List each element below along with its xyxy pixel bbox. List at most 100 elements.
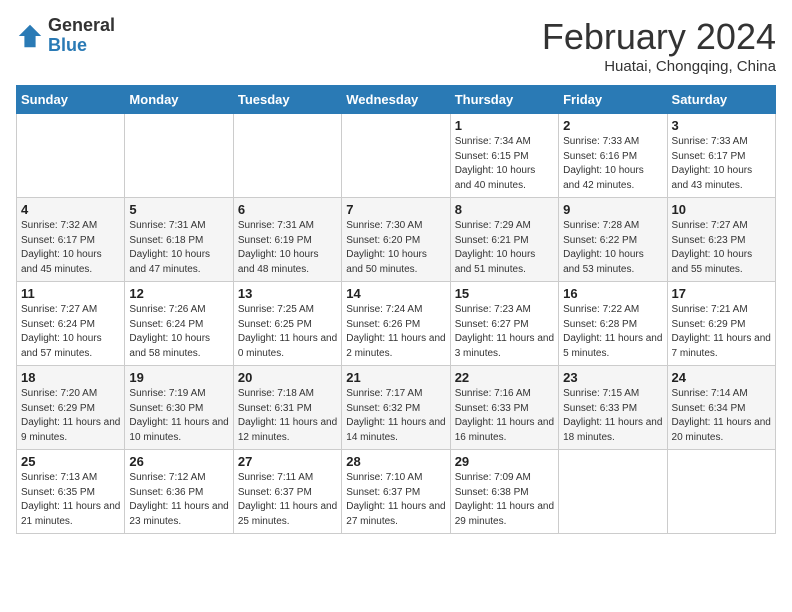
day-number: 29	[455, 454, 554, 469]
logo-icon	[16, 22, 44, 50]
day-info: Sunrise: 7:26 AM Sunset: 6:24 PM Dayligh…	[129, 303, 228, 361]
day-number: 21	[346, 370, 445, 385]
day-info: Sunrise: 7:33 AM Sunset: 6:17 PM Dayligh…	[672, 135, 771, 193]
day-number: 10	[672, 202, 771, 217]
logo: General Blue	[16, 16, 115, 56]
day-info: Sunrise: 7:33 AM Sunset: 6:16 PM Dayligh…	[563, 135, 662, 193]
calendar-day-cell: 19Sunrise: 7:19 AM Sunset: 6:30 PM Dayli…	[125, 366, 233, 450]
day-info: Sunrise: 7:25 AM Sunset: 6:25 PM Dayligh…	[238, 303, 337, 361]
logo-general-text: General	[48, 16, 115, 36]
calendar-day-cell: 29 Sunrise: 7:09 AM Sunset: 6:38 PM Dayli…	[450, 450, 558, 534]
day-number: 12	[129, 286, 228, 301]
calendar-day-cell: 10 Sunrise: 7:27 AM Sunset: 6:23 PM Dayli…	[667, 198, 775, 282]
logo-text: General Blue	[48, 16, 115, 56]
day-info: Sunrise: 7:10 AM Sunset: 6:37 PM Dayligh…	[346, 471, 445, 529]
calendar-week-row: 11Sunrise: 7:27 AM Sunset: 6:24 PM Dayli…	[17, 282, 776, 366]
calendar-day-cell: 20 Sunrise: 7:18 AM Sunset: 6:31 PM Dayli…	[233, 366, 341, 450]
day-info: Sunrise: 7:14 AM Sunset: 6:34 PM Dayligh…	[672, 387, 771, 445]
calendar-day-cell: 1 Sunrise: 7:34 AM Sunset: 6:15 PM Daylig…	[450, 114, 558, 198]
day-info: Sunrise: 7:20 AM Sunset: 6:29 PM Dayligh…	[21, 387, 120, 445]
weekday-header-thursday: Thursday	[450, 86, 558, 114]
day-number: 13	[238, 286, 337, 301]
calendar-day-cell: 7Sunrise: 7:30 AM Sunset: 6:20 PM Daylig…	[342, 198, 450, 282]
calendar-day-cell: 16 Sunrise: 7:22 AM Sunset: 6:28 PM Dayli…	[559, 282, 667, 366]
weekday-header-tuesday: Tuesday	[233, 86, 341, 114]
calendar-day-cell: 11Sunrise: 7:27 AM Sunset: 6:24 PM Dayli…	[17, 282, 125, 366]
calendar-day-cell: 6 Sunrise: 7:31 AM Sunset: 6:19 PM Daylig…	[233, 198, 341, 282]
calendar-day-cell: 3Sunrise: 7:33 AM Sunset: 6:17 PM Daylig…	[667, 114, 775, 198]
day-info: Sunrise: 7:11 AM Sunset: 6:37 PM Dayligh…	[238, 471, 337, 529]
day-info: Sunrise: 7:18 AM Sunset: 6:31 PM Dayligh…	[238, 387, 337, 445]
day-info: Sunrise: 7:27 AM Sunset: 6:23 PM Dayligh…	[672, 219, 771, 277]
weekday-header-monday: Monday	[125, 86, 233, 114]
day-info: Sunrise: 7:27 AM Sunset: 6:24 PM Dayligh…	[21, 303, 120, 361]
day-info: Sunrise: 7:31 AM Sunset: 6:18 PM Dayligh…	[129, 219, 228, 277]
day-number: 5	[129, 202, 228, 217]
calendar-day-cell: 13 Sunrise: 7:25 AM Sunset: 6:25 PM Dayli…	[233, 282, 341, 366]
calendar-table: SundayMondayTuesdayWednesdayThursdayFrid…	[16, 85, 776, 534]
page-header: General Blue February 2024 Huatai, Chong…	[16, 16, 776, 75]
weekday-header-saturday: Saturday	[667, 86, 775, 114]
weekday-header-friday: Friday	[559, 86, 667, 114]
day-number: 24	[672, 370, 771, 385]
calendar-day-cell: 17Sunrise: 7:21 AM Sunset: 6:29 PM Dayli…	[667, 282, 775, 366]
day-info: Sunrise: 7:29 AM Sunset: 6:21 PM Dayligh…	[455, 219, 554, 277]
weekday-header-sunday: Sunday	[17, 86, 125, 114]
day-number: 27	[238, 454, 337, 469]
day-number: 16	[563, 286, 662, 301]
day-number: 28	[346, 454, 445, 469]
day-number: 2	[563, 118, 662, 133]
day-info: Sunrise: 7:09 AM Sunset: 6:38 PM Dayligh…	[455, 471, 554, 529]
calendar-day-cell	[125, 114, 233, 198]
day-info: Sunrise: 7:17 AM Sunset: 6:32 PM Dayligh…	[346, 387, 445, 445]
day-number: 26	[129, 454, 228, 469]
calendar-day-cell: 14Sunrise: 7:24 AM Sunset: 6:26 PM Dayli…	[342, 282, 450, 366]
calendar-day-cell: 8Sunrise: 7:29 AM Sunset: 6:21 PM Daylig…	[450, 198, 558, 282]
day-info: Sunrise: 7:31 AM Sunset: 6:19 PM Dayligh…	[238, 219, 337, 277]
calendar-week-row: 1 Sunrise: 7:34 AM Sunset: 6:15 PM Daylig…	[17, 114, 776, 198]
calendar-day-cell: 26Sunrise: 7:12 AM Sunset: 6:36 PM Dayli…	[125, 450, 233, 534]
calendar-day-cell: 12 Sunrise: 7:26 AM Sunset: 6:24 PM Dayli…	[125, 282, 233, 366]
calendar-week-row: 18 Sunrise: 7:20 AM Sunset: 6:29 PM Dayli…	[17, 366, 776, 450]
day-info: Sunrise: 7:28 AM Sunset: 6:22 PM Dayligh…	[563, 219, 662, 277]
day-info: Sunrise: 7:32 AM Sunset: 6:17 PM Dayligh…	[21, 219, 120, 277]
day-info: Sunrise: 7:16 AM Sunset: 6:33 PM Dayligh…	[455, 387, 554, 445]
calendar-day-cell: 28 Sunrise: 7:10 AM Sunset: 6:37 PM Dayli…	[342, 450, 450, 534]
calendar-day-cell	[17, 114, 125, 198]
calendar-day-cell: 22 Sunrise: 7:16 AM Sunset: 6:33 PM Dayli…	[450, 366, 558, 450]
day-number: 22	[455, 370, 554, 385]
calendar-day-cell: 18 Sunrise: 7:20 AM Sunset: 6:29 PM Dayli…	[17, 366, 125, 450]
calendar-day-cell: 23 Sunrise: 7:15 AM Sunset: 6:33 PM Dayli…	[559, 366, 667, 450]
location: Huatai, Chongqing, China	[542, 58, 776, 75]
day-number: 15	[455, 286, 554, 301]
day-number: 23	[563, 370, 662, 385]
calendar-day-cell: 21 Sunrise: 7:17 AM Sunset: 6:32 PM Dayli…	[342, 366, 450, 450]
weekday-header-wednesday: Wednesday	[342, 86, 450, 114]
day-info: Sunrise: 7:30 AM Sunset: 6:20 PM Dayligh…	[346, 219, 445, 277]
day-number: 20	[238, 370, 337, 385]
day-info: Sunrise: 7:34 AM Sunset: 6:15 PM Dayligh…	[455, 135, 554, 193]
day-number: 1	[455, 118, 554, 133]
calendar-week-row: 4 Sunrise: 7:32 AM Sunset: 6:17 PM Daylig…	[17, 198, 776, 282]
day-number: 18	[21, 370, 120, 385]
calendar-day-cell	[342, 114, 450, 198]
day-info: Sunrise: 7:24 AM Sunset: 6:26 PM Dayligh…	[346, 303, 445, 361]
calendar-day-cell: 15 Sunrise: 7:23 AM Sunset: 6:27 PM Dayli…	[450, 282, 558, 366]
day-number: 25	[21, 454, 120, 469]
day-number: 4	[21, 202, 120, 217]
day-number: 6	[238, 202, 337, 217]
day-info: Sunrise: 7:15 AM Sunset: 6:33 PM Dayligh…	[563, 387, 662, 445]
calendar-day-cell: 5 Sunrise: 7:31 AM Sunset: 6:18 PM Daylig…	[125, 198, 233, 282]
calendar-day-cell	[233, 114, 341, 198]
day-info: Sunrise: 7:22 AM Sunset: 6:28 PM Dayligh…	[563, 303, 662, 361]
logo-blue-text: Blue	[48, 36, 115, 56]
calendar-week-row: 25Sunrise: 7:13 AM Sunset: 6:35 PM Dayli…	[17, 450, 776, 534]
day-info: Sunrise: 7:23 AM Sunset: 6:27 PM Dayligh…	[455, 303, 554, 361]
month-title: February 2024	[542, 16, 776, 58]
calendar-day-cell	[667, 450, 775, 534]
day-number: 9	[563, 202, 662, 217]
calendar-day-cell: 4 Sunrise: 7:32 AM Sunset: 6:17 PM Daylig…	[17, 198, 125, 282]
calendar-day-cell: 2 Sunrise: 7:33 AM Sunset: 6:16 PM Daylig…	[559, 114, 667, 198]
day-number: 17	[672, 286, 771, 301]
calendar-day-cell: 27 Sunrise: 7:11 AM Sunset: 6:37 PM Dayli…	[233, 450, 341, 534]
